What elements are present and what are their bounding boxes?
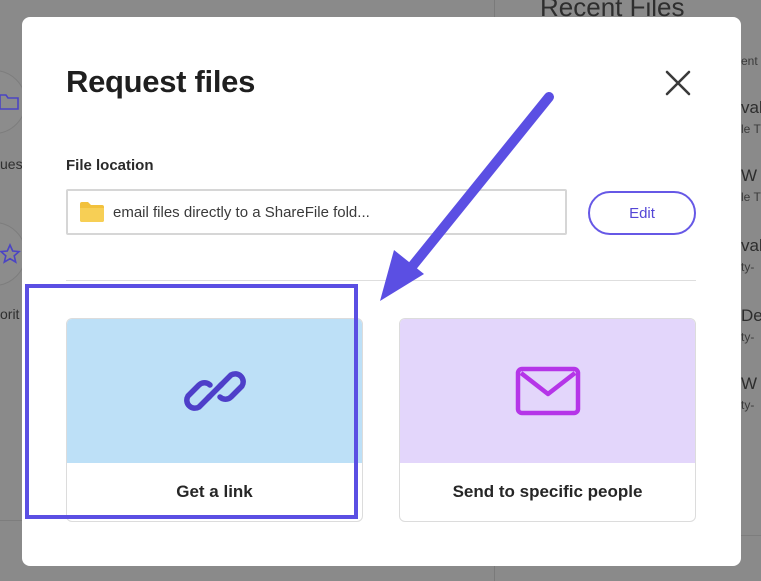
- recent-file-item[interactable]: val le T: [741, 98, 761, 136]
- recent-file-sub: le T: [741, 122, 761, 136]
- file-location-label: File location: [66, 157, 154, 174]
- folder-upload-icon: [0, 94, 19, 110]
- recent-file-item[interactable]: ent: [741, 50, 758, 68]
- dialog-title: Request files: [66, 64, 256, 99]
- recent-file-item[interactable]: Der ty-: [741, 306, 761, 344]
- tool-label: orit: [0, 306, 20, 322]
- background-divider: [494, 566, 495, 581]
- recent-file-sub: ty-: [741, 260, 755, 274]
- request-files-dialog: Request files File location email files …: [22, 17, 741, 566]
- edit-location-button[interactable]: Edit: [588, 191, 696, 235]
- option-art: [67, 319, 362, 463]
- envelope-icon: [515, 366, 580, 416]
- recent-file-item[interactable]: W le T: [741, 166, 761, 204]
- option-label: Send to specific people: [452, 482, 643, 501]
- star-icon: [0, 243, 21, 264]
- file-location-field: email files directly to a ShareFile fold…: [66, 189, 567, 235]
- option-art: [400, 319, 695, 463]
- recent-file-sub: ent: [741, 54, 758, 68]
- recent-file-sub: ty-: [741, 398, 755, 412]
- option-label: Get a link: [176, 482, 253, 501]
- recent-file-title: Der: [741, 306, 761, 325]
- divider: [66, 280, 696, 281]
- background-divider: [494, 0, 495, 18]
- get-a-link-option[interactable]: Get a link: [66, 318, 363, 522]
- recent-file-title: W: [741, 374, 758, 393]
- recent-file-sub: ty-: [741, 330, 755, 344]
- background-divider: [0, 520, 22, 521]
- recent-file-item[interactable]: val ty-: [741, 236, 761, 274]
- background-divider: [740, 535, 761, 536]
- recent-file-item[interactable]: W ty-: [741, 374, 757, 412]
- close-button[interactable]: [660, 65, 696, 101]
- link-icon: [183, 371, 246, 411]
- recent-file-title: val: [741, 98, 761, 117]
- close-icon: [665, 70, 691, 96]
- recent-file-title: W: [741, 166, 758, 185]
- file-location-value: email files directly to a ShareFile fold…: [113, 203, 370, 221]
- recent-file-title: val: [741, 236, 761, 255]
- recent-file-sub: le T: [741, 190, 761, 204]
- send-to-specific-people-option[interactable]: Send to specific people: [399, 318, 696, 522]
- folder-icon: [79, 201, 105, 223]
